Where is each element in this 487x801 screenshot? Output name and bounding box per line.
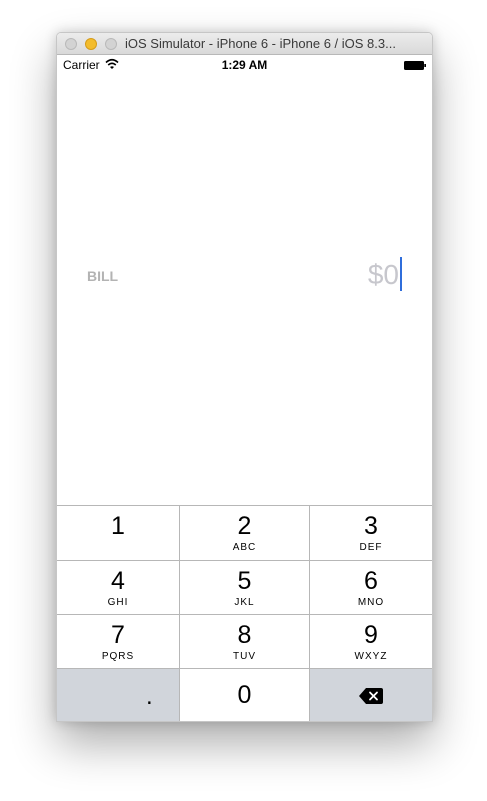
bill-label: BILL xyxy=(87,268,119,284)
close-window-button[interactable] xyxy=(65,38,77,50)
numeric-keypad: 1 2 ABC 3 DEF 4 GHI 5 JKL 6 MNO 7 PQRS 8… xyxy=(57,505,432,721)
key-digit: 0 xyxy=(237,681,252,709)
key-letters: ABC xyxy=(232,542,257,553)
battery-icon xyxy=(404,61,426,70)
text-cursor xyxy=(400,256,402,291)
simulator-window: iOS Simulator - iPhone 6 - iPhone 6 / iO… xyxy=(56,32,433,722)
key-letters: PQRS xyxy=(101,651,135,662)
status-time: 1:29 AM xyxy=(221,58,268,72)
window-titlebar[interactable]: iOS Simulator - iPhone 6 - iPhone 6 / iO… xyxy=(57,33,432,55)
zoom-window-button[interactable] xyxy=(105,38,117,50)
key-letters: GHI xyxy=(107,597,129,608)
delete-key[interactable] xyxy=(310,669,432,721)
key-1[interactable]: 1 xyxy=(57,506,179,560)
window-title: iOS Simulator - iPhone 6 - iPhone 6 / iO… xyxy=(125,36,396,51)
key-digit: 4 xyxy=(111,567,125,595)
key-letters: MNO xyxy=(357,597,385,608)
key-digit: 3 xyxy=(364,512,378,540)
key-0[interactable]: 0 xyxy=(180,669,309,721)
delete-backspace-icon xyxy=(359,688,383,704)
key-8[interactable]: 8 TUV xyxy=(180,615,309,668)
key-digit: 2 xyxy=(237,512,252,540)
key-digit: 9 xyxy=(364,621,378,649)
key-5[interactable]: 5 JKL xyxy=(180,561,309,614)
key-digit: 6 xyxy=(364,567,378,595)
decimal-point: . xyxy=(146,683,153,710)
status-bar: Carrier 1:29 AM xyxy=(57,55,432,75)
bill-amount-placeholder: $0 xyxy=(367,259,399,290)
decimal-key[interactable]: . xyxy=(57,669,179,721)
key-3[interactable]: 3 DEF xyxy=(310,506,432,560)
key-7[interactable]: 7 PQRS xyxy=(57,615,179,668)
key-9[interactable]: 9 WXYZ xyxy=(310,615,432,668)
key-digit: 7 xyxy=(111,621,125,649)
key-4[interactable]: 4 GHI xyxy=(57,561,179,614)
key-2[interactable]: 2 ABC xyxy=(180,506,309,560)
key-digit: 5 xyxy=(237,567,252,595)
device-screen: Carrier 1:29 AM BILL $0 1 2 ABC 3 DEF 4 … xyxy=(57,55,432,721)
key-letters: JKL xyxy=(234,597,255,608)
key-6[interactable]: 6 MNO xyxy=(310,561,432,614)
key-letters: TUV xyxy=(233,651,256,662)
bill-amount-field[interactable]: $0 xyxy=(367,256,402,291)
key-letters: WXYZ xyxy=(354,651,388,662)
key-digit: 1 xyxy=(111,512,125,540)
key-letters: DEF xyxy=(359,542,383,553)
key-digit: 8 xyxy=(237,621,252,649)
minimize-window-button[interactable] xyxy=(85,38,97,50)
